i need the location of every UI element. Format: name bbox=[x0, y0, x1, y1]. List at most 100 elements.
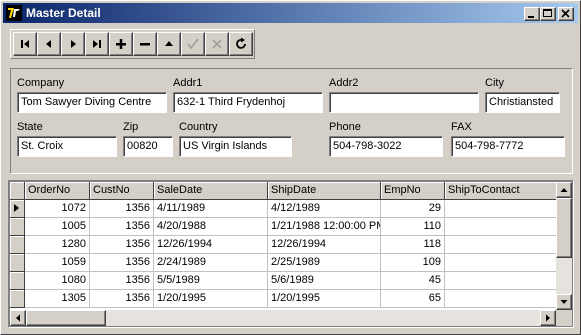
country-field[interactable]: US Virgin Islands bbox=[179, 136, 292, 157]
column-header[interactable]: OrderNo bbox=[25, 182, 90, 200]
arrow-down-icon bbox=[560, 300, 568, 304]
grid-cell[interactable] bbox=[445, 218, 557, 236]
grid-cell[interactable]: 4/12/1989 bbox=[268, 200, 381, 218]
arrow-right-icon bbox=[546, 314, 550, 322]
column-header[interactable]: SaleDate bbox=[154, 182, 268, 200]
zip-field[interactable]: 00820 bbox=[123, 136, 173, 157]
row-indicator[interactable] bbox=[10, 236, 25, 254]
delete-record-button[interactable] bbox=[133, 32, 157, 56]
grid-cell[interactable]: 1005 bbox=[25, 218, 90, 236]
addr2-label: Addr2 bbox=[329, 77, 359, 89]
phone-label: Phone bbox=[329, 121, 361, 133]
vertical-scroll-thumb[interactable] bbox=[556, 198, 572, 258]
grid-cell[interactable]: 1305 bbox=[25, 290, 90, 308]
orders-grid: OrderNo CustNo SaleDate ShipDate EmpNo ShipTo… bbox=[8, 180, 574, 328]
window-title: Master Detail bbox=[26, 6, 101, 20]
maximize-button[interactable] bbox=[540, 7, 556, 21]
state-field[interactable]: St. Croix bbox=[17, 136, 117, 157]
phone-field[interactable]: 504-798-3022 bbox=[329, 136, 443, 157]
company-label: Company bbox=[17, 77, 65, 89]
horizontal-scrollbar[interactable] bbox=[10, 310, 556, 326]
zip-label: Zip bbox=[123, 121, 139, 133]
last-record-icon bbox=[93, 40, 101, 48]
edit-record-icon bbox=[165, 41, 173, 46]
title-bar[interactable]: Master Detail bbox=[3, 3, 578, 23]
master-panel: Company Tom Sawyer Diving Centre Addr1 6… bbox=[10, 68, 573, 174]
grid-cell[interactable]: 45 bbox=[381, 272, 445, 290]
company-field[interactable]: Tom Sawyer Diving Centre bbox=[17, 92, 167, 113]
grid-cell[interactable]: 29 bbox=[381, 200, 445, 218]
grid-cell[interactable]: 1080 bbox=[25, 272, 90, 290]
master-detail-window: Master Detail Company Tom Sawyer Diving … bbox=[0, 0, 581, 335]
grid-cell[interactable] bbox=[445, 200, 557, 218]
insert-record-button[interactable] bbox=[109, 32, 133, 56]
close-icon bbox=[561, 9, 570, 18]
grid-cell[interactable]: 5/5/1989 bbox=[154, 272, 268, 290]
scroll-up-button[interactable] bbox=[556, 182, 572, 198]
horizontal-scroll-thumb[interactable] bbox=[26, 310, 106, 326]
grid-cell[interactable]: 1356 bbox=[90, 200, 154, 218]
row-indicator[interactable] bbox=[10, 290, 25, 308]
grid-cell[interactable]: 65 bbox=[381, 290, 445, 308]
cancel-edit-button[interactable] bbox=[205, 32, 229, 56]
grid-cell[interactable]: 1059 bbox=[25, 254, 90, 272]
addr2-field[interactable] bbox=[329, 92, 479, 113]
edit-record-button[interactable] bbox=[157, 32, 181, 56]
grid-cell[interactable] bbox=[445, 272, 557, 290]
close-button[interactable] bbox=[558, 7, 574, 21]
column-header[interactable]: EmpNo bbox=[381, 182, 445, 200]
grid-cell[interactable]: 1356 bbox=[90, 236, 154, 254]
grid-body: OrderNo CustNo SaleDate ShipDate EmpNo ShipTo… bbox=[10, 182, 572, 326]
grid-cell[interactable] bbox=[445, 254, 557, 272]
next-record-button[interactable] bbox=[61, 32, 85, 56]
scrollbar-corner bbox=[556, 310, 572, 326]
row-indicator[interactable] bbox=[10, 254, 25, 272]
prior-record-button[interactable] bbox=[37, 32, 61, 56]
column-header[interactable]: ShipDate bbox=[268, 182, 381, 200]
grid-cell[interactable]: 1/21/1988 12:00:00 PM bbox=[268, 218, 381, 236]
grid-cell[interactable]: 1/20/1995 bbox=[268, 290, 381, 308]
grid-cell[interactable]: 2/25/1989 bbox=[268, 254, 381, 272]
grid-cell[interactable]: 1/20/1995 bbox=[154, 290, 268, 308]
scroll-down-button[interactable] bbox=[556, 294, 572, 310]
grid-cell[interactable]: 1356 bbox=[90, 272, 154, 290]
column-header[interactable]: CustNo bbox=[90, 182, 154, 200]
row-indicator[interactable] bbox=[10, 200, 25, 218]
post-edit-button[interactable] bbox=[181, 32, 205, 56]
grid-cell[interactable]: 2/24/1989 bbox=[154, 254, 268, 272]
last-record-button[interactable] bbox=[85, 32, 109, 56]
prior-record-icon bbox=[46, 40, 51, 48]
grid-cell[interactable]: 12/26/1994 bbox=[154, 236, 268, 254]
grid-cell[interactable]: 118 bbox=[381, 236, 445, 254]
grid-cell[interactable]: 4/20/1988 bbox=[154, 218, 268, 236]
row-indicator[interactable] bbox=[10, 272, 25, 290]
grid-cell[interactable]: 1356 bbox=[90, 218, 154, 236]
row-indicator[interactable] bbox=[10, 218, 25, 236]
arrow-left-icon bbox=[16, 314, 20, 322]
city-field[interactable]: Christiansted bbox=[485, 92, 560, 113]
column-header[interactable]: ShipToContact bbox=[445, 182, 557, 200]
grid-cell[interactable] bbox=[445, 290, 557, 308]
first-record-button[interactable] bbox=[13, 32, 37, 56]
grid-cell[interactable]: 1072 bbox=[25, 200, 90, 218]
vertical-scrollbar[interactable] bbox=[556, 182, 572, 310]
addr1-field[interactable]: 632-1 Third Frydenhoj bbox=[173, 92, 323, 113]
delphi-app-icon[interactable] bbox=[6, 5, 22, 21]
refresh-data-icon bbox=[236, 37, 246, 49]
grid-cell[interactable]: 1280 bbox=[25, 236, 90, 254]
grid-cell[interactable]: 110 bbox=[381, 218, 445, 236]
minimize-button[interactable] bbox=[524, 7, 540, 21]
grid-cell[interactable]: 5/6/1989 bbox=[268, 272, 381, 290]
grid-corner-cell bbox=[10, 182, 25, 200]
grid-cell[interactable]: 12/26/1994 bbox=[268, 236, 381, 254]
grid-cell[interactable]: 1356 bbox=[90, 254, 154, 272]
scroll-left-button[interactable] bbox=[10, 310, 26, 326]
current-row-pointer-icon bbox=[14, 204, 19, 212]
refresh-data-button[interactable] bbox=[229, 32, 253, 56]
fax-field[interactable]: 504-798-7772 bbox=[451, 136, 565, 157]
scroll-right-button[interactable] bbox=[540, 310, 556, 326]
grid-cell[interactable]: 109 bbox=[381, 254, 445, 272]
grid-cell[interactable]: 4/11/1989 bbox=[154, 200, 268, 218]
grid-cell[interactable]: 1356 bbox=[90, 290, 154, 308]
grid-cell[interactable] bbox=[445, 236, 557, 254]
